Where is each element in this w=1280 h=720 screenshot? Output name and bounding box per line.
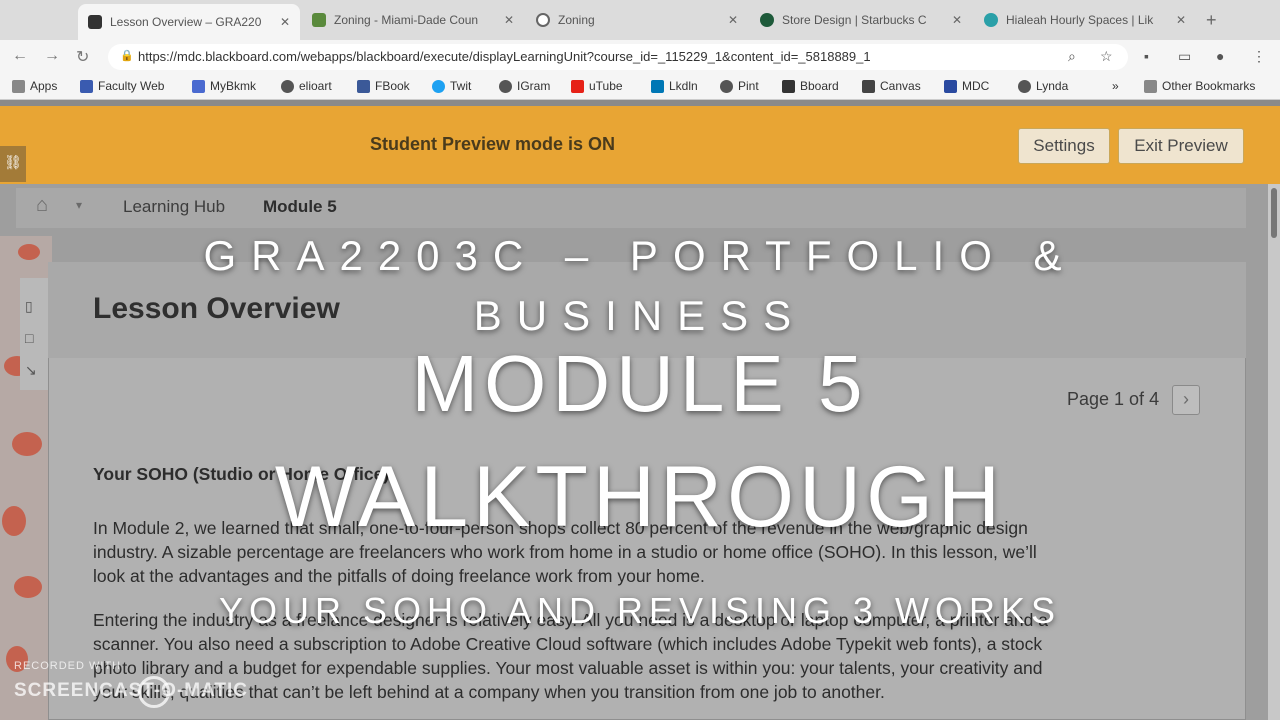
home-icon[interactable]: ⌂ [36, 194, 48, 217]
address-bar-row: ← → ↻ 🔒 https://mdc.blackboard.com/webap… [0, 40, 1280, 74]
facebook-icon [357, 79, 370, 93]
menu-kebab-icon[interactable]: ⋮ [1252, 48, 1266, 65]
overlay-course-title: GRA2203C – PORTFOLIO & [203, 232, 1077, 279]
bookmark-canvas[interactable]: Canvas [862, 79, 921, 93]
bookmark-utube[interactable]: uTube [571, 79, 623, 93]
tab-title: Lesson Overview – GRA220 [110, 15, 262, 29]
tab-favicon-icon [984, 13, 998, 27]
cast-icon[interactable]: ▭ [1178, 48, 1191, 65]
more-bookmarks-chevron[interactable]: » [1112, 79, 1119, 93]
link-clip-icon[interactable]: ⛓ [0, 146, 26, 182]
browser-tab-bar: Lesson Overview – GRA220 ✕ Zoning - Miam… [0, 0, 1280, 40]
bookmark-bboard[interactable]: Bboard [782, 79, 839, 93]
bookmarks-bar: Apps Faculty Web MyBkmk elioart FBook Tw… [0, 74, 1280, 100]
bookmark-fbook[interactable]: FBook [357, 79, 410, 93]
folder-icon [1144, 79, 1157, 93]
back-arrow-icon[interactable]: ← [12, 47, 28, 65]
paragraph-line: scanner. You also need a subscription to… [93, 634, 1043, 654]
close-tab-icon[interactable]: ✕ [280, 15, 290, 29]
breadcrumb-learning-hub[interactable]: Learning Hub [123, 197, 225, 217]
canvas-icon [862, 79, 875, 93]
tab-title: Store Design | Starbucks C [782, 13, 927, 27]
globe-icon [499, 79, 512, 93]
url-text: https://mdc.blackboard.com/webapps/black… [138, 49, 871, 64]
tab-lesson-overview[interactable]: Lesson Overview – GRA220 ✕ [78, 4, 300, 40]
exit-preview-button[interactable]: Exit Preview [1118, 128, 1244, 164]
scrollbar-thumb[interactable] [1271, 188, 1277, 238]
bookmark-elioart[interactable]: elioart [281, 79, 332, 93]
bookmark-faculty-web[interactable]: Faculty Web [80, 79, 164, 93]
forward-arrow-icon[interactable]: → [44, 47, 60, 65]
reload-icon[interactable]: ↻ [76, 47, 89, 67]
url-field[interactable]: 🔒 https://mdc.blackboard.com/webapps/bla… [108, 44, 1128, 70]
bookmark-mybkmk[interactable]: MyBkmk [192, 79, 256, 93]
tab-zoning[interactable]: Zoning ✕ [526, 6, 748, 34]
chevron-down-icon[interactable]: ▾ [76, 198, 82, 212]
tab-zoning-miami-dade[interactable]: Zoning - Miami-Dade Coun ✕ [302, 6, 524, 34]
watermark-recorded-with: RECORDED WITH [14, 660, 122, 672]
tab-title: Zoning - Miami-Dade Coun [334, 13, 479, 27]
preview-mode-text: Student Preview mode is ON [370, 134, 616, 154]
bookmark-lkdln[interactable]: Lkdln [651, 79, 698, 93]
close-tab-icon[interactable]: ✕ [728, 13, 738, 27]
mdc-icon [944, 79, 957, 93]
settings-button[interactable]: Settings [1018, 128, 1110, 164]
bookmark-pint[interactable]: Pint [720, 79, 759, 93]
watermark-brand: SCREENCAST-O-MATIC [14, 680, 249, 701]
globe-icon [1018, 79, 1031, 93]
bookmark-other[interactable]: Other Bookmarks [1144, 79, 1255, 93]
linkedin-icon [651, 79, 664, 93]
profile-avatar-icon[interactable]: ● [1216, 48, 1224, 64]
tab-title: Hialeah Hourly Spaces | Lik [1006, 13, 1154, 27]
student-preview-banner: Student Preview mode is ON Settings Exit… [0, 106, 1280, 184]
zoom-icon[interactable]: ⌕ [1068, 48, 1076, 65]
tab-title: Zoning [558, 13, 595, 27]
youtube-icon [571, 79, 584, 93]
twitter-icon [432, 79, 445, 93]
extension-icon[interactable]: ▪ [1144, 48, 1149, 64]
record-ring-icon [138, 676, 170, 708]
bookmark-apps[interactable]: Apps [12, 79, 57, 93]
globe-icon [281, 79, 294, 93]
tab-store-design[interactable]: Store Design | Starbucks C ✕ [750, 6, 972, 34]
paragraph-line: look at the advantages and the pitfalls … [93, 566, 705, 586]
bookmark-icon [80, 79, 93, 93]
close-tab-icon[interactable]: ✕ [952, 13, 962, 27]
bookmark-lynda[interactable]: Lynda [1018, 79, 1068, 93]
lock-icon: 🔒 [120, 50, 134, 62]
star-bookmark-icon[interactable]: ☆ [1100, 48, 1113, 65]
bookmark-twit[interactable]: Twit [432, 79, 471, 93]
bookmark-icon [192, 79, 205, 93]
new-tab-icon[interactable]: + [1206, 10, 1217, 31]
overlay-topic: YOUR SOHO AND REVISING 3 WORKS [218, 590, 1062, 631]
breadcrumb-module-5: Module 5 [263, 197, 337, 216]
bookmark-mdc[interactable]: MDC [944, 79, 989, 93]
apps-grid-icon [12, 79, 25, 93]
overlay-walkthrough: WALKTHROUGH [274, 449, 1006, 545]
globe-icon [536, 13, 550, 27]
overlay-course-subtitle: BUSINESS [473, 292, 807, 339]
tab-favicon-icon [312, 13, 326, 27]
overlay-module-number: MODULE 5 [411, 339, 869, 428]
close-tab-icon[interactable]: ✕ [504, 13, 514, 27]
blackboard-favicon-icon [88, 15, 102, 29]
globe-icon [720, 79, 733, 93]
paragraph-line: photo library and a budget for expendabl… [93, 658, 1043, 678]
blackboard-icon [782, 79, 795, 93]
tab-hialeah-spaces[interactable]: Hialeah Hourly Spaces | Lik ✕ [974, 6, 1196, 34]
close-tab-icon[interactable]: ✕ [1176, 13, 1186, 27]
bookmark-igram[interactable]: IGram [499, 79, 550, 93]
starbucks-favicon-icon [760, 13, 774, 27]
